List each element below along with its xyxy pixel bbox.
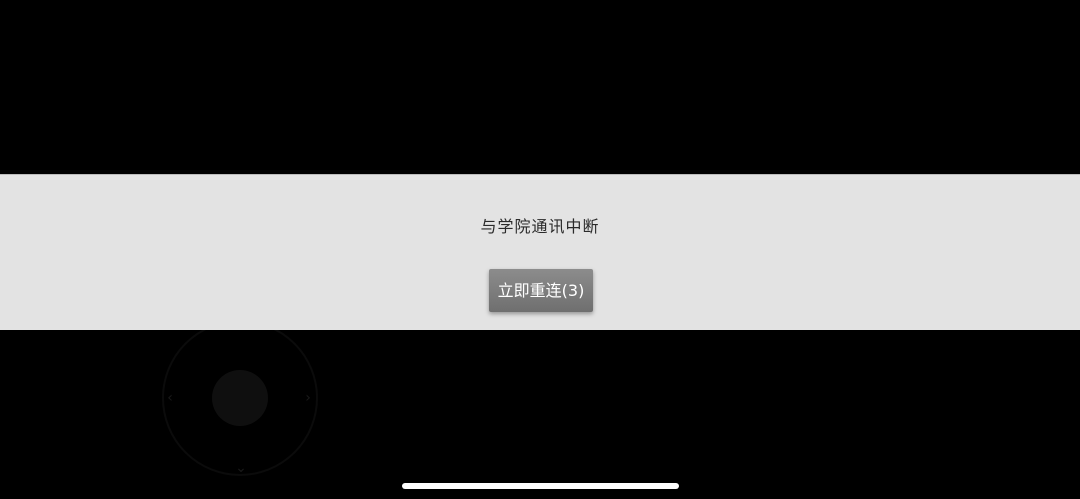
reconnect-button[interactable]: 立即重连(3) (489, 269, 593, 312)
home-indicator[interactable] (402, 483, 679, 489)
chevron-down-icon: ⌄ (235, 460, 247, 476)
chevron-right-icon: › (305, 390, 311, 406)
connection-lost-message: 与学院通讯中断 (480, 217, 600, 236)
chevron-left-icon: ‹ (167, 390, 173, 406)
connection-lost-banner: 与学院通讯中断 立即重连(3) (0, 174, 1080, 330)
joystick-knob[interactable] (212, 370, 268, 426)
virtual-joystick[interactable]: ‹ › ⌄ (162, 320, 318, 476)
game-screen: ‹ › ⌄ 与学院通讯中断 立即重连(3) (0, 0, 1080, 499)
